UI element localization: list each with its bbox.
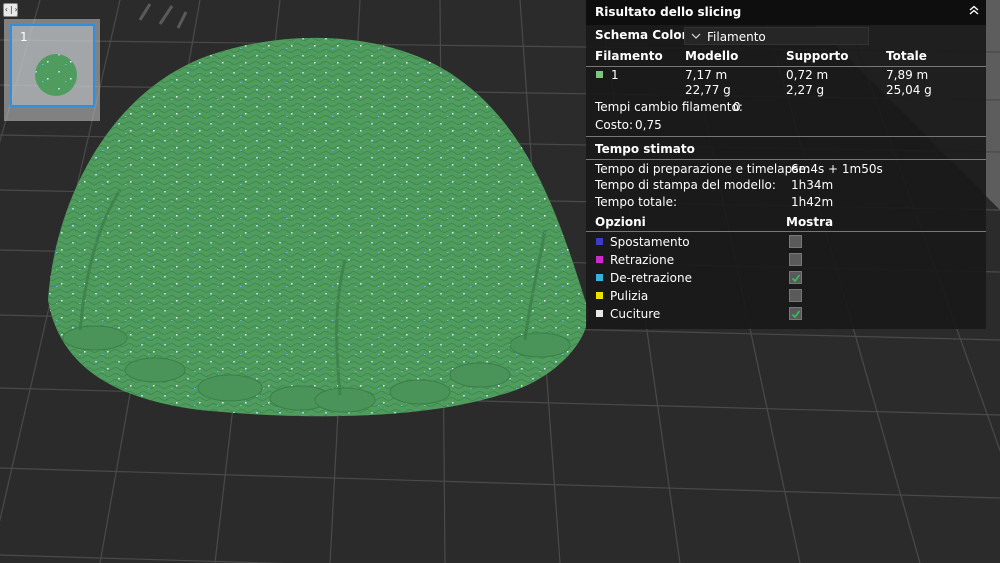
filament-color-swatch [596, 71, 603, 78]
options-heading: Opzioni [595, 215, 646, 229]
color-scheme-value: Filamento [707, 30, 766, 44]
filament-changes-label: Tempi cambio filamento: [595, 100, 743, 114]
deretraction-color-swatch [596, 274, 603, 281]
option-label-deretraction: De-retrazione [610, 271, 692, 285]
model-length: 7,17 m [685, 68, 728, 82]
cost-value: 0,75 [635, 118, 662, 132]
cost-label: Costo: [595, 118, 634, 132]
filament-number: 1 [611, 68, 619, 82]
estimated-time-heading: Tempo stimato [595, 142, 695, 156]
option-checkbox-travel[interactable] [789, 235, 802, 248]
color-scheme-select[interactable]: Filamento [684, 27, 869, 45]
option-label-seams: Cuciture [610, 307, 661, 321]
model-weight: 22,77 g [685, 83, 731, 97]
col-header-total: Totale [886, 49, 927, 63]
print-time-value: 1h34m [791, 178, 834, 192]
plate-number: 1 [20, 30, 28, 44]
option-label-travel: Spostamento [610, 235, 690, 249]
option-label-retraction: Retrazione [610, 253, 675, 267]
checkmark-icon [791, 274, 801, 283]
support-weight: 2,27 g [786, 83, 825, 97]
show-heading: Mostra [786, 215, 834, 229]
seams-color-swatch [596, 310, 603, 317]
col-header-model: Modello [685, 49, 739, 63]
panel-title: Risultato dello slicing [595, 5, 742, 19]
color-scheme-label: Schema Colore [595, 28, 696, 42]
panel-header[interactable]: Risultato dello slicing [586, 0, 986, 25]
filament-changes-value: 0 [733, 100, 741, 114]
prep-time-value: 6m4s + 1m50s [791, 162, 883, 176]
chevron-down-icon [691, 33, 701, 39]
option-checkbox-deretraction[interactable] [789, 271, 802, 284]
option-label-wipe: Pulizia [610, 289, 649, 303]
col-header-filament: Filamento [595, 49, 663, 63]
collapse-toggle-button[interactable]: ‹|› [3, 3, 18, 17]
retraction-color-swatch [596, 256, 603, 263]
plate-thumbnail-panel: 1 [4, 19, 100, 121]
total-time-value: 1h42m [791, 195, 834, 209]
total-time-label: Tempo totale: [595, 195, 678, 209]
slicing-result-panel: Risultato dello slicing Schema Colore Fi… [586, 0, 986, 329]
checkmark-icon [791, 310, 801, 319]
travel-color-swatch [596, 238, 603, 245]
option-checkbox-retraction[interactable] [789, 253, 802, 266]
print-time-label: Tempo di stampa del modello: [595, 178, 776, 192]
total-weight: 25,04 g [886, 83, 932, 97]
wipe-color-swatch [596, 292, 603, 299]
support-length: 0,72 m [786, 68, 829, 82]
option-checkbox-seams[interactable] [789, 307, 802, 320]
plate-thumbnail[interactable]: 1 [10, 24, 95, 107]
total-length: 7,89 m [886, 68, 929, 82]
option-checkbox-wipe[interactable] [789, 289, 802, 302]
model-thumbnail-icon [35, 54, 77, 96]
col-header-support: Supporto [786, 49, 849, 63]
prep-time-label: Tempo di preparazione e timelapse: [595, 162, 810, 176]
chevron-up-icon[interactable] [967, 3, 981, 17]
